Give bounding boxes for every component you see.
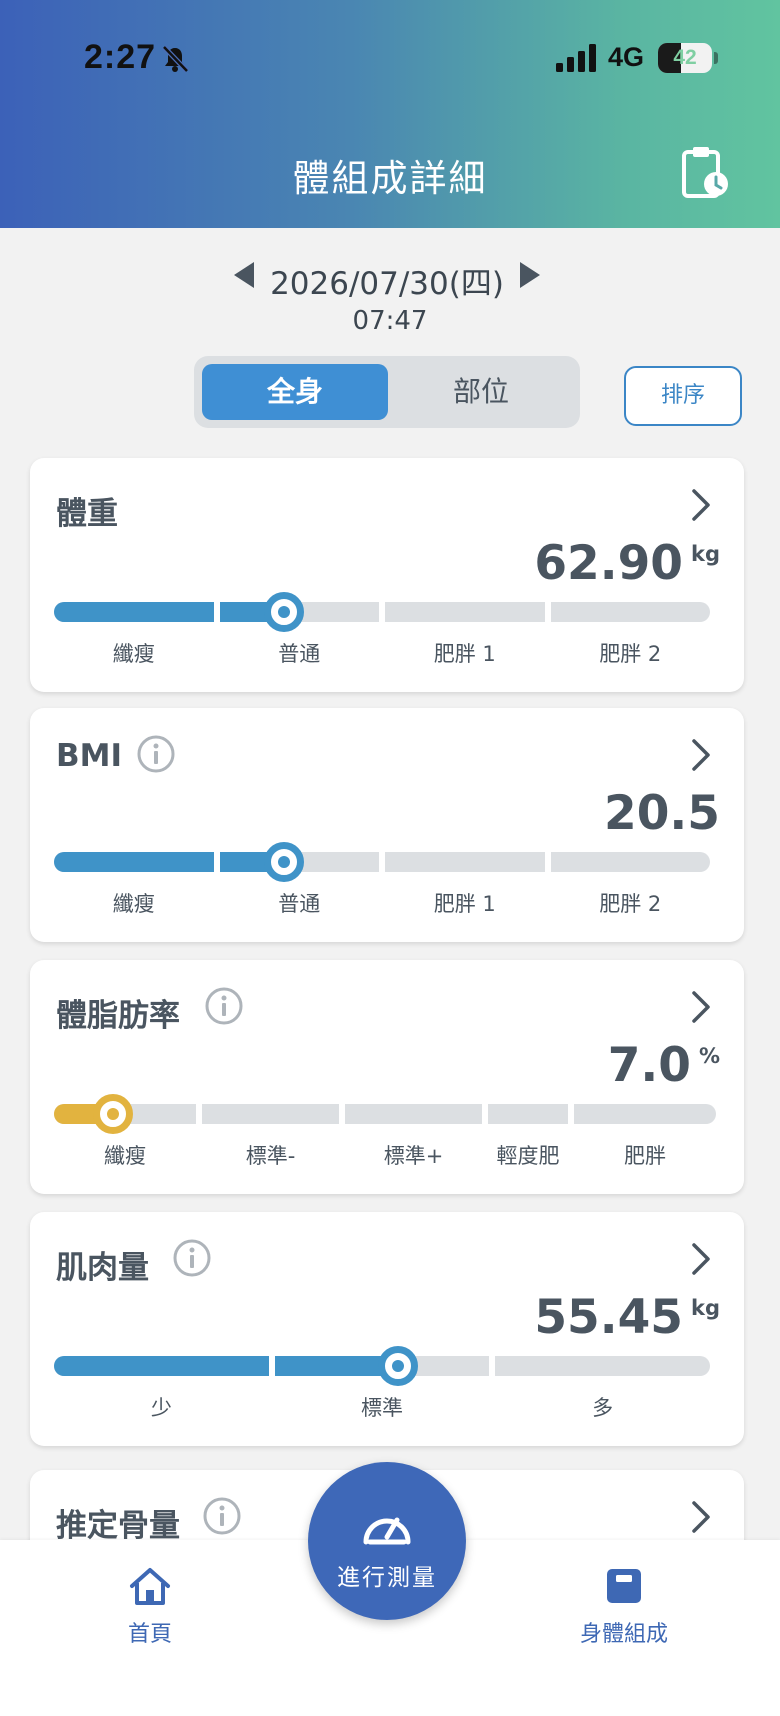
metric-value-row: 55.45 kg [534, 1290, 720, 1345]
metric-value: 55.45 [534, 1290, 683, 1345]
range-fill [54, 602, 214, 622]
bell-muted-icon [162, 45, 189, 73]
range-segment [550, 602, 710, 622]
metric-unit: % [698, 1044, 720, 1068]
nav-body-label: 身體組成 [579, 1622, 668, 1647]
chevron-right-icon [692, 489, 710, 521]
home-icon [130, 1568, 170, 1605]
range-bar [54, 592, 710, 632]
tab-body-part[interactable]: 部位 [388, 364, 574, 420]
range-segment [54, 852, 214, 872]
battery-nub [714, 52, 718, 64]
metric-value-row: 7.0% [608, 1038, 720, 1093]
tab-whole-body[interactable]: 全身 [202, 364, 388, 420]
sort-button[interactable]: 排序 [624, 366, 742, 426]
date-label: 2026/07/30(四) [270, 266, 504, 302]
range-fill [54, 852, 214, 872]
range-segment [54, 602, 214, 622]
metric-value: 20.5 [604, 786, 720, 841]
metric-title: 體脂肪率 [56, 998, 180, 1034]
range-label: 標準+ [383, 1144, 444, 1168]
nav-home[interactable]: 首頁 [70, 1566, 230, 1648]
previous-date-button[interactable] [232, 260, 256, 290]
metric-title: 肌肉量 [56, 1250, 149, 1286]
metric-title: BMI [56, 738, 123, 774]
range-label: 纖瘦 [112, 642, 155, 666]
range-label: 肥胖 [624, 1144, 666, 1168]
chevron-right-icon [692, 739, 710, 771]
range-segment [495, 1356, 710, 1376]
measure-label: 進行測量 [337, 1565, 437, 1591]
scale-icon [607, 1569, 641, 1603]
signal-icon [556, 44, 596, 72]
chevron-right-icon [692, 991, 710, 1023]
range-label: 纖瘦 [112, 892, 155, 916]
range-label: 標準- [245, 1144, 296, 1168]
info-icon[interactable] [202, 1496, 242, 1536]
speedometer-icon [363, 1517, 411, 1545]
start-measurement-button[interactable]: 進行測量 [308, 1462, 466, 1620]
info-icon[interactable] [204, 986, 244, 1026]
metric-card-weight[interactable]: 體重 62.90 kg 纖瘦 普通 肥胖 1 肥胖 2 [30, 458, 744, 692]
metric-card-body-fat[interactable]: 體脂肪率 7.0% 纖瘦 標準- 標準+ 輕度肥 肥胖 [30, 960, 744, 1194]
range-marker [93, 1094, 134, 1134]
range-marker [263, 592, 304, 632]
chevron-right-icon [692, 1243, 710, 1275]
range-bar [54, 842, 710, 882]
battery-level: 42 [673, 46, 697, 69]
info-icon[interactable] [136, 734, 176, 774]
app-header: 2:27 4G 42 體組成詳細 [0, 0, 780, 228]
range-segment [385, 852, 545, 872]
metric-title: 推定骨量 [56, 1508, 180, 1544]
status-time: 2:27 [84, 38, 157, 76]
metric-value-row: 62.90 kg [534, 536, 720, 591]
view-toggle: 全身 部位 [194, 356, 580, 428]
time-label: 07:47 [352, 306, 428, 336]
range-label: 少 [150, 1396, 172, 1420]
range-label: 普通 [278, 642, 321, 666]
clipboard-history-icon[interactable] [680, 144, 730, 200]
range-label: 標準 [361, 1396, 403, 1420]
range-segment [574, 1104, 716, 1124]
range-bar [54, 1094, 716, 1134]
range-segment [202, 1104, 339, 1124]
range-segment [54, 1356, 269, 1376]
range-segment [550, 852, 710, 872]
range-marker [378, 1346, 419, 1386]
range-segment [345, 1104, 482, 1124]
metric-unit: kg [691, 1296, 720, 1320]
next-date-button[interactable] [518, 260, 542, 290]
nav-body-composition[interactable]: 身體組成 [544, 1566, 704, 1648]
range-label: 肥胖 1 [433, 642, 496, 666]
range-label: 肥胖 1 [433, 892, 496, 916]
range-bar [54, 1346, 710, 1386]
range-label: 輕度肥 [496, 1144, 560, 1168]
nav-home-label: 首頁 [127, 1622, 172, 1647]
range-segment [488, 1104, 568, 1124]
metric-card-bmi[interactable]: BMI 20.5 纖瘦 普通 肥胖 1 肥胖 2 [30, 708, 744, 942]
range-marker [263, 842, 304, 882]
battery-indicator: 42 [658, 43, 712, 73]
metric-title: 體重 [56, 496, 118, 532]
range-label: 肥胖 2 [599, 642, 662, 666]
range-segment [385, 602, 545, 622]
range-label: 普通 [278, 892, 321, 916]
metric-unit: kg [691, 542, 720, 566]
network-type: 4G [608, 42, 645, 72]
metric-value: 62.90 [534, 536, 683, 591]
range-fill [54, 1356, 269, 1376]
metric-value: 7.0 [607, 1038, 691, 1093]
range-label: 多 [592, 1396, 614, 1420]
metric-card-muscle-mass[interactable]: 肌肉量 55.45 kg 少 標準 多 [30, 1212, 744, 1446]
info-icon[interactable] [172, 1238, 212, 1278]
range-label: 纖瘦 [104, 1144, 146, 1168]
range-label: 肥胖 2 [599, 892, 662, 916]
metric-value-row: 20.5 [604, 786, 720, 841]
page-title: 體組成詳細 [292, 157, 488, 200]
chevron-right-icon [692, 1501, 710, 1533]
